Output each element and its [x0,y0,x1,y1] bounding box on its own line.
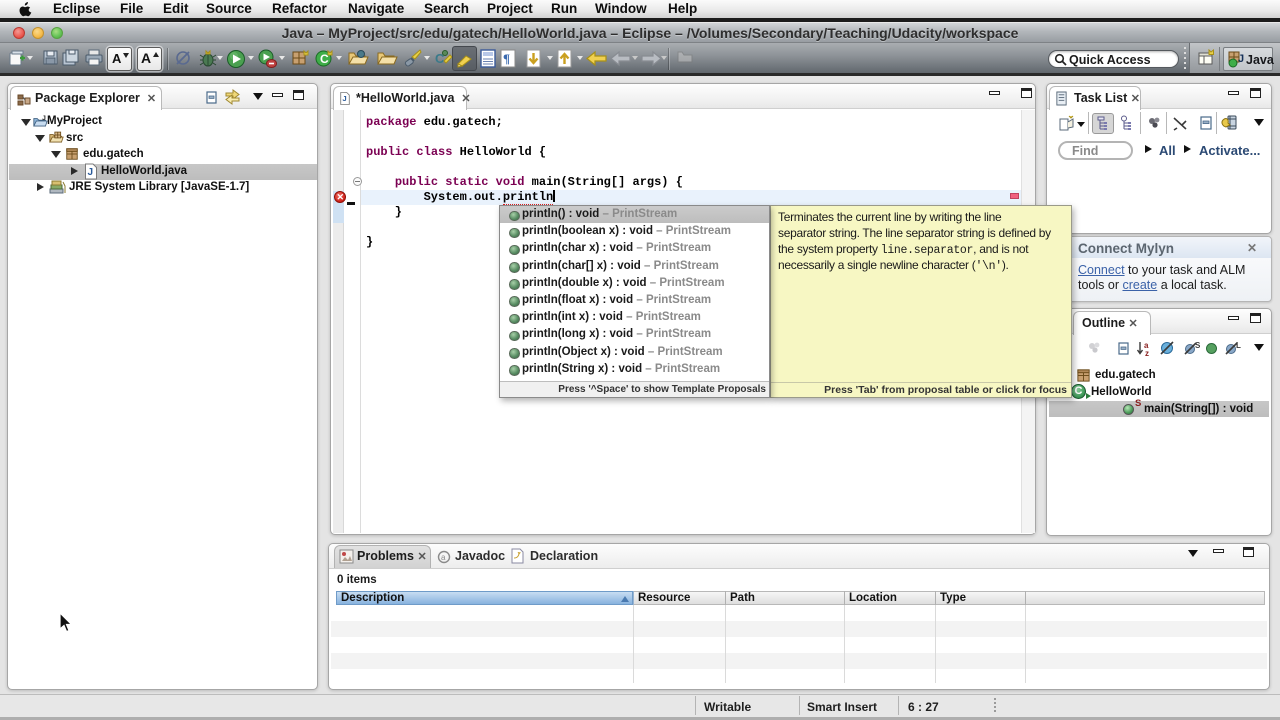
svg-text:J: J [342,94,346,103]
svg-text:a: a [441,553,446,562]
svg-text:J: J [1238,53,1244,65]
svg-text:L: L [1236,341,1241,350]
svg-text:S: S [1195,341,1201,350]
svg-text:z: z [1145,349,1149,357]
svg-text:J: J [42,115,46,122]
svg-text:¶: ¶ [503,51,510,66]
svg-text:J: J [88,167,94,178]
